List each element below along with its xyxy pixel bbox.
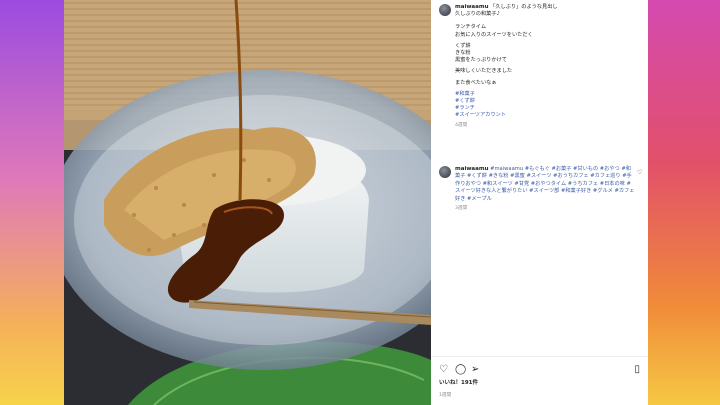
caption-body-line: 美味しくいただきました <box>455 68 513 75</box>
comment-like-heart-icon[interactable]: ♡ <box>637 168 642 178</box>
post-date: 1週間 <box>439 393 452 398</box>
caption-line-1: 「久しぶり」のような見出し <box>490 4 558 10</box>
send-icon[interactable]: ➢ <box>471 365 479 375</box>
kuzumochi-photo <box>64 0 431 405</box>
caption-body-line: くず餅 <box>455 42 471 49</box>
caption-body-line: また食べたいなぁ <box>455 79 497 86</box>
comment-avatar[interactable] <box>439 166 451 178</box>
hashtag-link[interactable]: #スイーツアカウント <box>455 112 641 119</box>
bookmark-icon[interactable]: ▯ <box>634 365 640 375</box>
user-avatar[interactable] <box>439 4 451 16</box>
post-username[interactable]: maiwaamu <box>455 4 488 10</box>
caption-body-line: ランチタイム <box>455 24 487 31</box>
post-time-ago: 4週間 <box>455 122 468 128</box>
comment-icon[interactable]: ◯ <box>455 365 466 375</box>
heart-icon[interactable]: ♡ <box>439 365 448 375</box>
hashtag-link[interactable]: #くず餅 <box>455 98 641 105</box>
comment-username[interactable]: maiwaamu <box>455 166 488 172</box>
left-gradient-border <box>0 0 64 405</box>
post-photo <box>64 0 431 405</box>
post-panel: maiwaamu 「久しぶり」のような見出し 久しぶりの和菓子♪ ランチタイム … <box>431 0 648 405</box>
comment-body: maiwaamu #maiwaamu #もぐもぐ #お菓子 #甘いもの #おやつ… <box>455 166 635 212</box>
likes-count[interactable]: いいね！191件 <box>439 378 478 386</box>
hashtag-link[interactable]: #和菓子 <box>455 91 641 98</box>
caption-body-line: 黒蜜をたっぷりかけて <box>455 57 507 64</box>
comment-time-ago: 3週間 <box>455 206 468 212</box>
right-gradient-border <box>648 0 720 405</box>
caption-body-line: お気に入りのスイーツをいただく <box>455 31 533 38</box>
caption-line-2: 久しぶりの和菓子♪ <box>455 11 500 18</box>
